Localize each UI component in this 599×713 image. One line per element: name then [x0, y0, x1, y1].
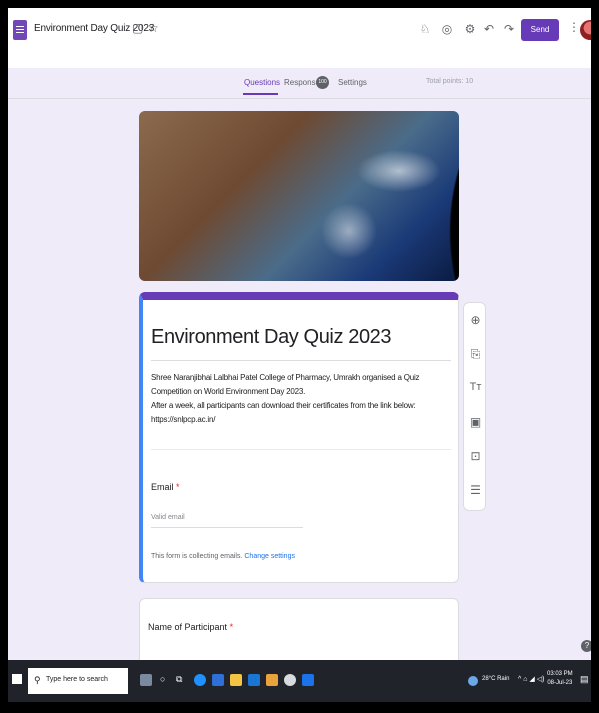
account-avatar[interactable]	[580, 20, 591, 40]
settings-icon[interactable]: ⚙	[463, 22, 477, 36]
form-description[interactable]: Shree Naranjibhai Lalbhai Patel College …	[151, 371, 459, 427]
search-icon: ⚲	[34, 675, 41, 685]
preview-eye-icon[interactable]: ◎	[440, 22, 454, 36]
tabs-divider	[8, 98, 591, 99]
google-forms-logo-icon[interactable]	[13, 20, 27, 40]
chrome-icon[interactable]	[266, 674, 278, 686]
tab-settings[interactable]: Settings	[338, 78, 367, 87]
windows-taskbar: ⚲ Type here to search ○ ⧉ 28°C Rain ^ ⌂ …	[8, 660, 591, 702]
redo-icon[interactable]: ↷	[502, 22, 516, 36]
palette-icon[interactable]: ♘	[418, 22, 432, 36]
required-asterisk: *	[176, 482, 180, 492]
system-tray-icons[interactable]: ^ ⌂ ◢ ◁)	[518, 675, 544, 683]
taskbar-search[interactable]: ⚲ Type here to search	[28, 668, 128, 694]
responses-count-badge: 100	[316, 76, 329, 89]
question-toolbar: ⊕ ⎘ Tт ▣ ⊡ ☰	[463, 302, 486, 511]
email-question-label: Email *	[151, 482, 180, 492]
question-label-text: Name of Participant	[148, 622, 228, 632]
description-line: Shree Naranjibhai Lalbhai Patel College …	[151, 373, 420, 396]
form-title-card[interactable]: Environment Day Quiz 2023 Shree Naranjib…	[139, 292, 459, 583]
import-questions-icon[interactable]: ⎘	[464, 347, 487, 362]
title-underline	[151, 360, 451, 361]
edge-icon[interactable]	[194, 674, 206, 686]
form-tabs: Questions Responses 100 Settings Total p…	[8, 72, 591, 96]
help-icon[interactable]: ?	[581, 640, 591, 652]
required-asterisk: *	[229, 622, 234, 632]
send-button[interactable]: Send	[521, 19, 559, 41]
description-line: After a week, all participants can downl…	[151, 401, 416, 410]
weather-icon[interactable]	[468, 676, 478, 686]
more-options-icon[interactable]: ⋮	[568, 20, 580, 34]
collecting-emails-text: This form is collecting emails.	[151, 553, 243, 560]
cortana-icon[interactable]	[140, 674, 152, 686]
change-settings-link[interactable]: Change settings	[244, 553, 295, 560]
clock-date: 08-Jul-23	[547, 680, 573, 686]
description-divider	[151, 449, 451, 450]
taskbar-search-placeholder: Type here to search	[46, 676, 108, 683]
task-view-icon[interactable]: ○	[160, 674, 165, 684]
folder-icon[interactable]: ▢	[132, 21, 143, 35]
email-label-text: Email	[151, 482, 174, 492]
description-link: https://snlpcp.ac.in/	[151, 415, 216, 424]
app-icon[interactable]	[284, 674, 296, 686]
tab-questions[interactable]: Questions	[244, 78, 280, 87]
add-question-icon[interactable]: ⊕	[464, 313, 487, 327]
form-title[interactable]: Environment Day Quiz 2023	[151, 326, 392, 349]
windows-start-icon[interactable]	[12, 674, 22, 684]
question-label: Name of Participant *	[148, 622, 233, 632]
top-bar: Environment Day Quiz 2023 ▢ ☆ ♘ ◎ ⚙ ↶ ↷ …	[8, 8, 591, 68]
star-icon[interactable]: ☆	[148, 21, 159, 35]
weather-text[interactable]: 28°C Rain	[482, 676, 509, 682]
add-title-icon[interactable]: Tт	[464, 381, 487, 393]
store-icon[interactable]	[248, 674, 260, 686]
clock-time: 03:03 PM	[547, 671, 573, 677]
widgets-icon[interactable]: ⧉	[176, 674, 182, 685]
forms-window: Environment Day Quiz 2023 ▢ ☆ ♘ ◎ ⚙ ↶ ↷ …	[8, 8, 591, 702]
active-tab-indicator	[243, 93, 278, 95]
folder-app-icon[interactable]	[230, 674, 242, 686]
file-explorer-icon[interactable]	[212, 674, 224, 686]
add-video-icon[interactable]: ⊡	[464, 449, 487, 463]
undo-icon[interactable]: ↶	[482, 22, 496, 36]
collecting-emails-notice: This form is collecting emails. Change s…	[151, 553, 295, 560]
add-section-icon[interactable]: ☰	[464, 483, 487, 497]
total-points: Total points: 10	[426, 78, 474, 85]
email-field[interactable]: Valid email	[151, 514, 303, 528]
notifications-icon[interactable]: ▤	[580, 674, 589, 685]
header-image	[139, 111, 459, 281]
add-image-icon[interactable]: ▣	[464, 415, 487, 429]
clock[interactable]: 03:03 PM 08-Jul-23	[547, 670, 573, 688]
word-icon[interactable]	[302, 674, 314, 686]
